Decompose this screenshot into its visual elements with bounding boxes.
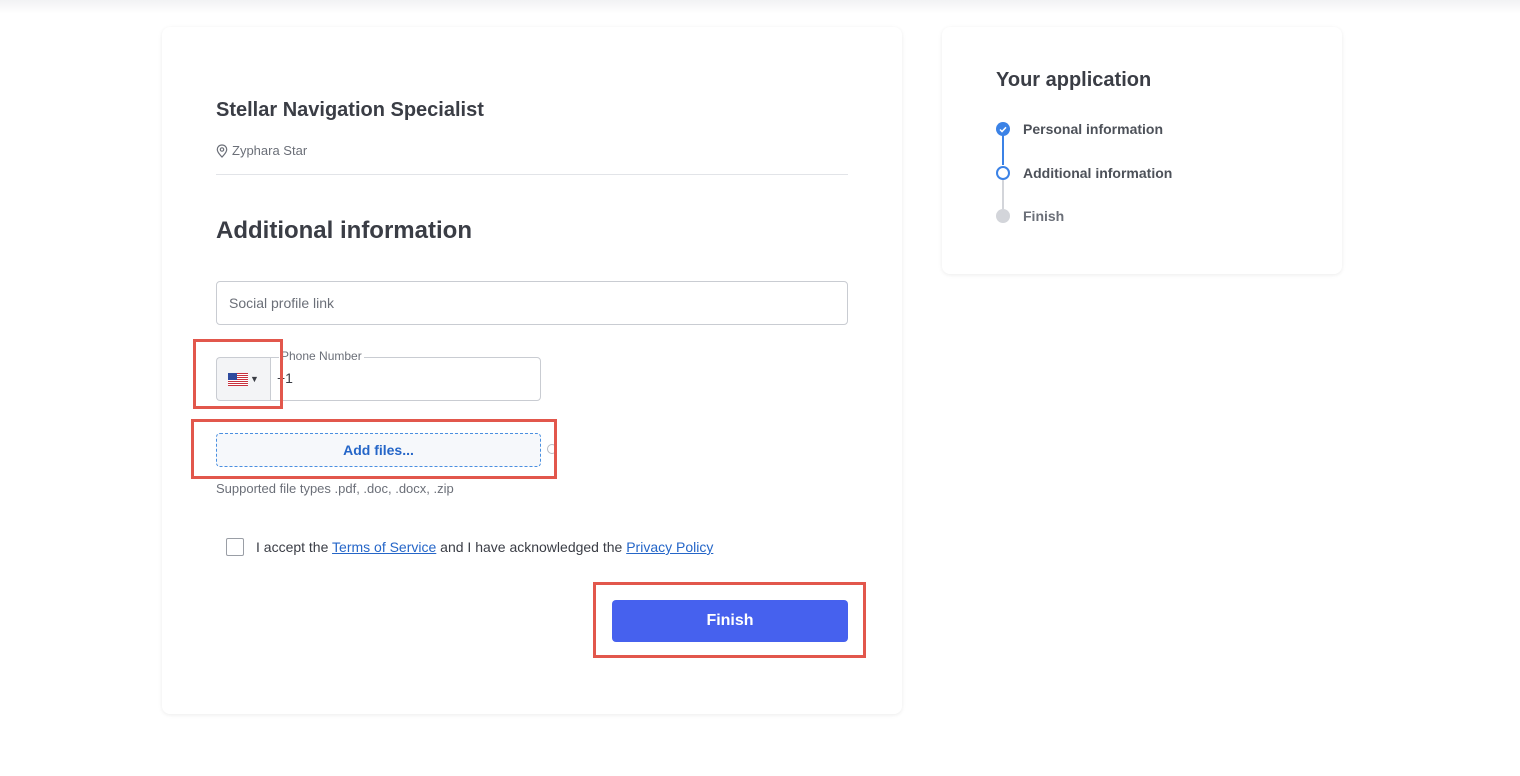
application-form-card: Stellar Navigation Specialist Zyphara St… (162, 27, 902, 714)
header-divider (216, 174, 848, 175)
us-flag-icon (228, 372, 249, 386)
terms-text: I accept the Terms of Service and I have… (256, 539, 713, 555)
country-code-dropdown[interactable]: ▼ (216, 357, 270, 401)
phone-number-input[interactable] (277, 370, 527, 386)
phone-number-field: Phone Number (270, 349, 541, 401)
terms-of-service-link[interactable]: Terms of Service (332, 539, 436, 555)
application-progress-card: Your application Personal information Ad… (942, 27, 1342, 274)
info-icon[interactable] (547, 444, 557, 454)
current-step-circle-icon (996, 166, 1010, 180)
pending-step-circle-icon (996, 209, 1010, 223)
privacy-policy-link[interactable]: Privacy Policy (626, 539, 713, 555)
job-location: Zyphara Star (216, 143, 307, 158)
step-label: Finish (1023, 208, 1065, 224)
step-personal-information[interactable]: Personal information (996, 121, 1163, 137)
step-finish: Finish (996, 208, 1064, 224)
step-label: Personal information (1023, 121, 1164, 137)
location-pin-icon (216, 143, 228, 158)
step-additional-information[interactable]: Additional information (996, 165, 1172, 181)
sidebar-title: Your application (996, 69, 1152, 91)
add-files-button[interactable]: Add files... (216, 433, 541, 467)
top-shadow (0, 0, 1520, 14)
chevron-down-icon: ▼ (250, 374, 259, 384)
section-title: Additional information (216, 217, 472, 244)
terms-middle: and I have acknowledged the (440, 539, 623, 555)
step-label: Additional information (1023, 165, 1173, 181)
phone-number-group: ▼ Phone Number (216, 349, 541, 401)
step-connector-done (1002, 135, 1004, 165)
terms-checkbox[interactable] (226, 538, 244, 556)
phone-number-label: Phone Number (279, 349, 364, 363)
step-connector-todo (1002, 179, 1004, 209)
terms-prefix: I accept the (256, 539, 329, 555)
finish-button[interactable]: Finish (612, 600, 848, 642)
social-profile-link-input[interactable] (216, 281, 848, 325)
job-title: Stellar Navigation Specialist (216, 99, 484, 121)
terms-consent: I accept the Terms of Service and I have… (226, 538, 713, 556)
supported-file-types-hint: Supported file types .pdf, .doc, .docx, … (216, 481, 454, 496)
job-location-text: Zyphara Star (232, 143, 308, 158)
check-circle-icon (996, 122, 1010, 136)
